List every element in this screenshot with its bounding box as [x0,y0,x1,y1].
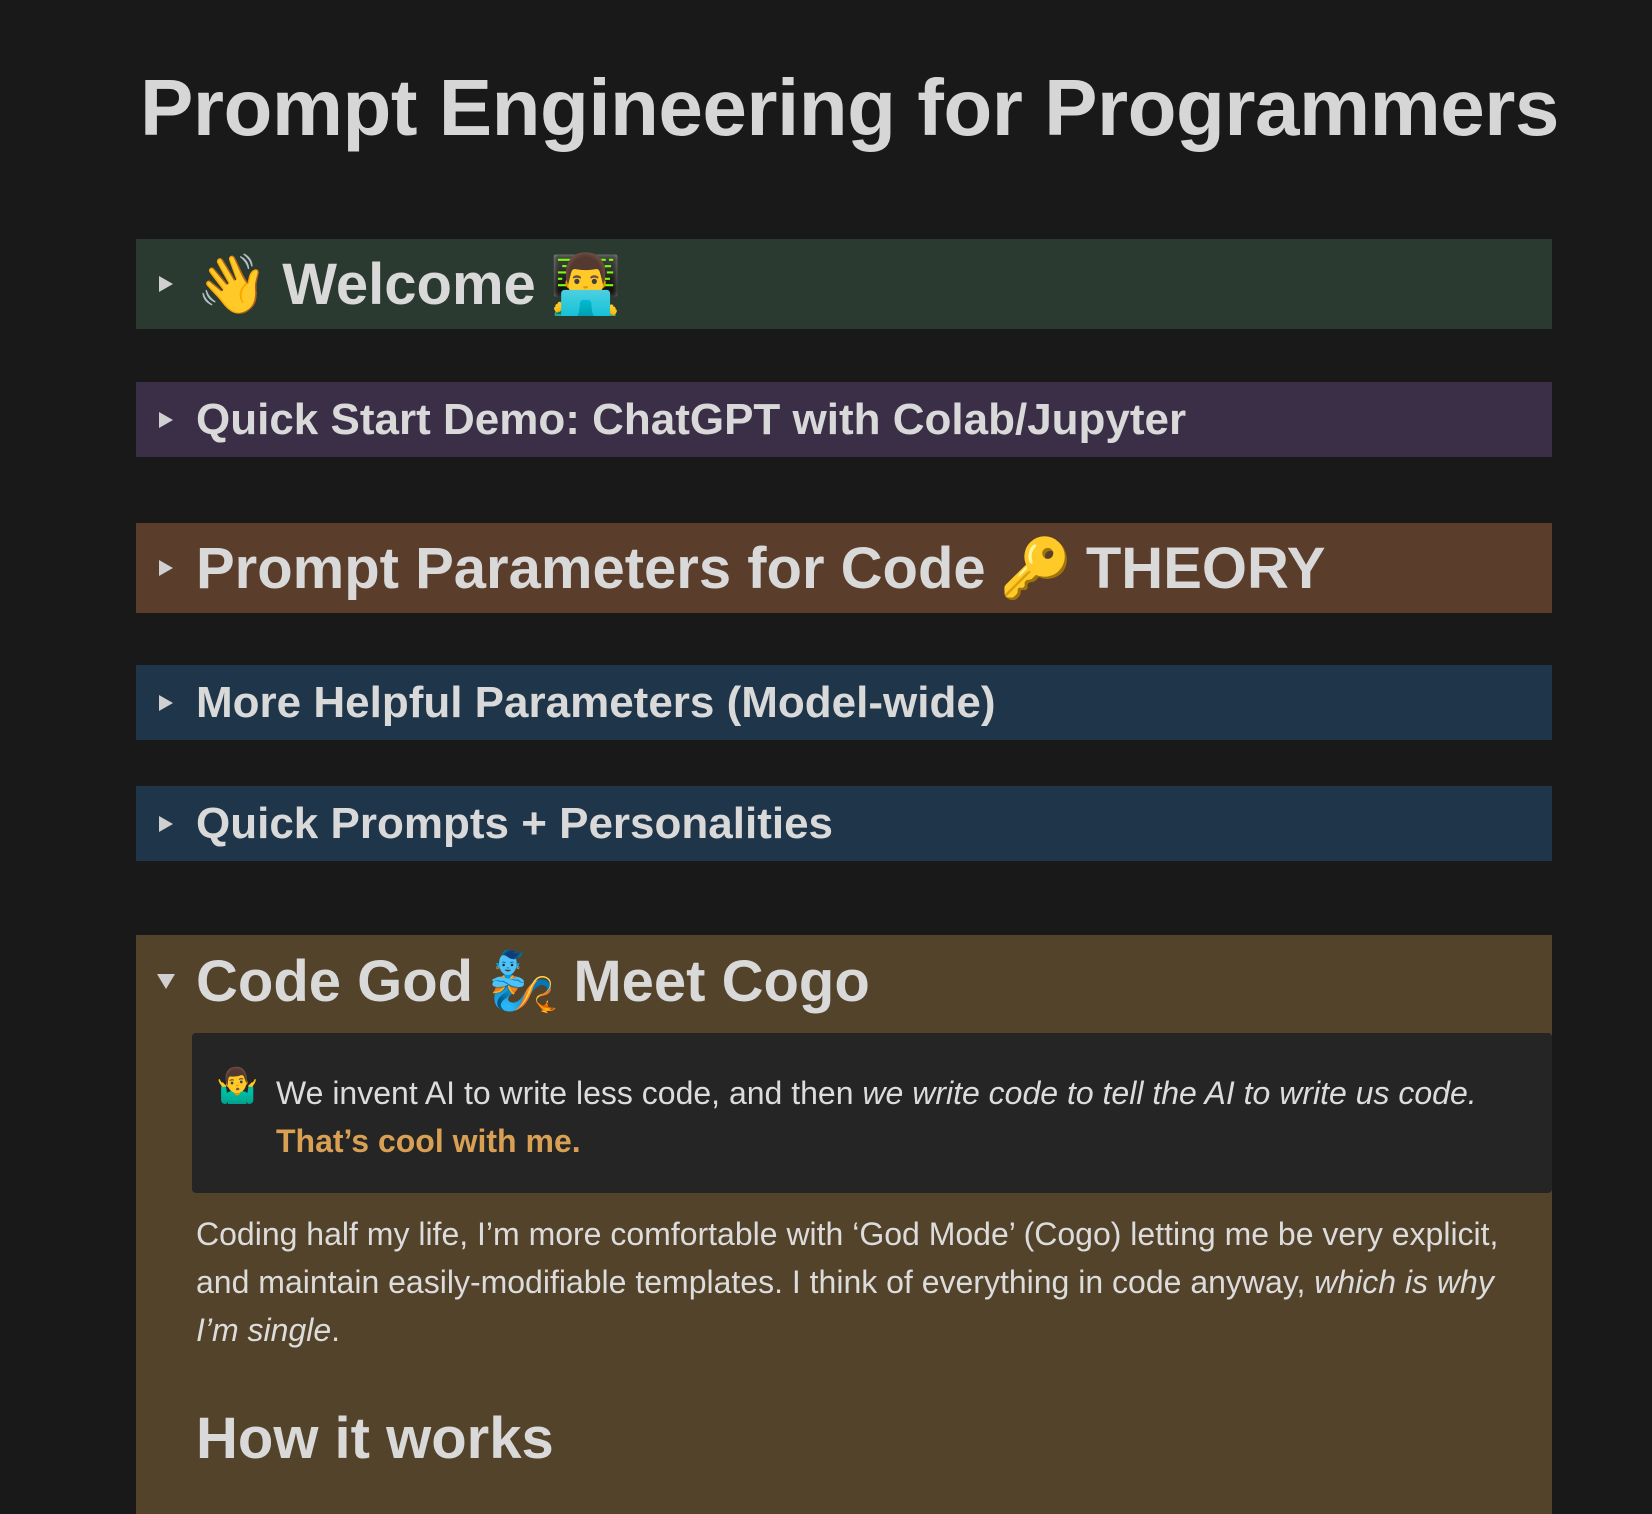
toggle-arrow-right-icon[interactable] [136,815,196,832]
page-title: Prompt Engineering for Programmers [140,63,1559,152]
toggle-arrow-right-icon[interactable] [136,694,196,711]
technologist-icon: 👨‍💻 [549,249,623,318]
subheading-how-it-works: How it works [196,1406,554,1471]
callout-text-italic: we write code to tell the AI to write us… [862,1075,1477,1111]
paragraph-text-end: . [331,1312,341,1348]
callout-block: 🤷‍♂️ We invent AI to write less code, an… [192,1033,1552,1193]
shrug-icon: 🤷‍♂️ [216,1066,259,1106]
toggle-arrow-down-icon[interactable] [136,973,196,989]
toggle-heading-prompt-parameters: Prompt Parameters for Code [196,535,986,601]
waving-hand-icon: 👋 [196,249,269,318]
notion-page: Prompt Engineering for Programmers 👋 Wel… [0,0,1652,1514]
callout-text-plain: We invent AI to write less code, and the… [276,1075,863,1111]
paragraph-text-plain: Coding half my life, I’m more comfortabl… [196,1216,1499,1300]
toggle-heading-more-helpful-parameters: More Helpful Parameters (Model-wide) [196,677,996,727]
toggle-prompt-parameters[interactable]: Prompt Parameters for Code 🔑 THEORY [136,523,1552,613]
toggle-heading-code-god: Code God [196,948,474,1014]
genie-icon: 🧞 [487,946,560,1015]
toggle-arrow-right-icon[interactable] [136,411,196,428]
callout-text: We invent AI to write less code, and the… [276,1069,1477,1193]
toggle-arrow-right-icon[interactable] [136,560,196,576]
toggle-heading-quick-prompts: Quick Prompts + Personalities [196,798,834,848]
toggle-heading-welcome: Welcome [282,251,536,317]
callout-text-accent: That’s cool with me. [276,1123,581,1159]
toggle-quick-start[interactable]: Quick Start Demo: ChatGPT with Colab/Jup… [136,382,1552,457]
toggle-arrow-right-icon[interactable] [136,276,196,292]
toggle-quick-prompts[interactable]: Quick Prompts + Personalities [136,786,1552,861]
toggle-heading-theory: THEORY [1085,535,1326,601]
toggle-heading-quick-start: Quick Start Demo: ChatGPT with Colab/Jup… [196,394,1187,444]
body-paragraph: Coding half my life, I’m more comfortabl… [196,1210,1536,1354]
toggle-more-helpful-parameters[interactable]: More Helpful Parameters (Model-wide) [136,665,1552,740]
toggle-welcome[interactable]: 👋 Welcome 👨‍💻 [136,239,1552,329]
key-icon: 🔑 [999,533,1072,602]
toggle-heading-meet-cogo: Meet Cogo [573,948,870,1014]
toggle-code-god[interactable]: Code God 🧞 Meet Cogo 🤷‍♂️ We invent AI t… [136,935,1552,1514]
